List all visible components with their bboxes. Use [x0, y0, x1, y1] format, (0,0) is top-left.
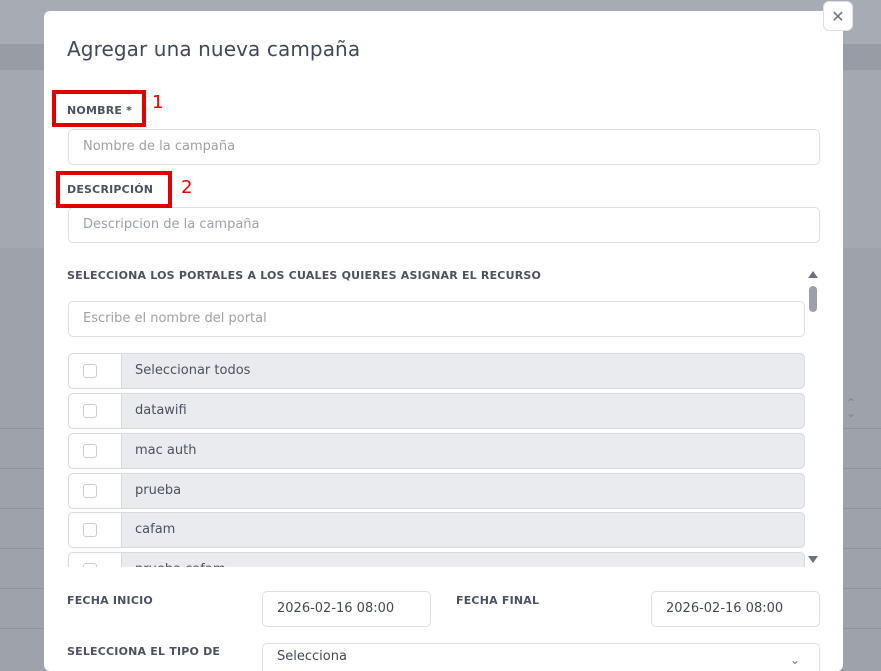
portal-row[interactable]: mac auth	[68, 433, 805, 469]
add-campaign-modal: Agregar una nueva campaña NOMBRE * Nombr…	[44, 11, 843, 671]
scrollbar-thumb[interactable]	[809, 286, 817, 312]
portal-search-placeholder: Escribe el nombre del portal	[83, 311, 267, 326]
portal-row[interactable]: cafam	[68, 512, 805, 548]
type-select[interactable]: Selecciona	[262, 643, 820, 671]
portal-row[interactable]: prueba cafam	[68, 552, 805, 567]
description-input-placeholder: Descripcion de la campaña	[83, 217, 260, 232]
portal-checkbox[interactable]	[83, 484, 97, 498]
portal-checkbox[interactable]	[83, 364, 97, 378]
chevron-down-icon: ⌄	[790, 653, 801, 667]
portal-checkbox[interactable]	[83, 523, 97, 537]
end-date-value: 2026-02-16 08:00	[666, 601, 784, 616]
name-input[interactable]: Nombre de la campaña	[68, 129, 820, 165]
start-date-input[interactable]: 2026-02-16 08:00	[262, 591, 431, 627]
modal-title: Agregar una nueva campaña	[67, 37, 361, 61]
portal-checkbox[interactable]	[83, 444, 97, 458]
annotation-box-2	[56, 171, 172, 208]
portal-checkbox-cell	[68, 433, 121, 469]
portal-row-label: cafam	[121, 512, 805, 548]
portal-checkbox[interactable]	[83, 563, 97, 567]
portal-checkbox-cell	[68, 512, 121, 548]
portal-row-label: datawifi	[121, 393, 805, 429]
portal-row-label: mac auth	[121, 433, 805, 469]
portal-row-label: prueba cafam	[121, 552, 805, 567]
portal-row-label: prueba	[121, 473, 805, 509]
portal-list: Seleccionar todos datawifi mac auth prue…	[68, 353, 805, 567]
annotation-number-2: 2	[181, 177, 193, 198]
end-date-label: FECHA FINAL	[456, 594, 540, 607]
scroll-down-arrow-icon[interactable]	[808, 556, 818, 563]
end-date-input[interactable]: 2026-02-16 08:00	[651, 591, 820, 627]
portal-checkbox[interactable]	[83, 404, 97, 418]
type-select-value: Selecciona	[277, 649, 347, 664]
close-icon: ✕	[831, 7, 845, 26]
portals-label: SELECCIONA LOS PORTALES A LOS CUALES QUI…	[67, 269, 542, 282]
type-select-label: SELECCIONA EL TIPO DE	[67, 645, 221, 658]
description-input[interactable]: Descripcion de la campaña	[68, 207, 820, 243]
portal-checkbox-cell	[68, 353, 121, 389]
close-button[interactable]: ✕	[823, 1, 853, 31]
portal-row[interactable]: datawifi	[68, 393, 805, 429]
portal-row-select-all[interactable]: Seleccionar todos	[68, 353, 805, 389]
portal-row[interactable]: prueba	[68, 473, 805, 509]
name-input-placeholder: Nombre de la campaña	[83, 139, 236, 154]
portal-row-label: Seleccionar todos	[121, 353, 805, 389]
portal-checkbox-cell	[68, 393, 121, 429]
start-date-label: FECHA INICIO	[67, 594, 153, 607]
sort-icon: ⌃ ⌄	[846, 396, 857, 420]
portal-search-input[interactable]: Escribe el nombre del portal	[68, 301, 805, 337]
scroll-up-arrow-icon[interactable]	[808, 271, 818, 278]
annotation-box-1	[52, 90, 146, 127]
portal-checkbox-cell	[68, 473, 121, 509]
portal-checkbox-cell	[68, 552, 121, 567]
start-date-value: 2026-02-16 08:00	[277, 601, 395, 616]
annotation-number-1: 1	[152, 92, 164, 113]
